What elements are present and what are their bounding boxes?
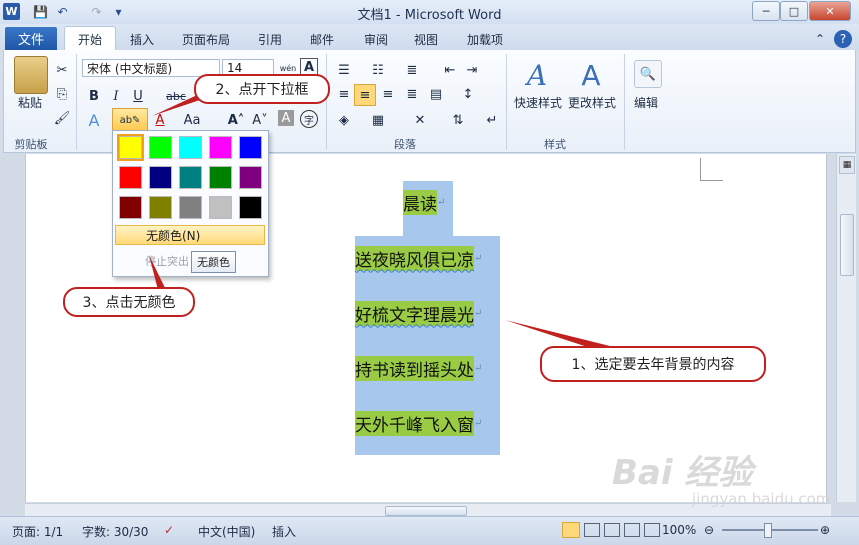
callout-step2: 2、点开下拉框 <box>194 74 330 104</box>
watermark-text: Bai 经验 <box>612 453 753 493</box>
arrow-step3 <box>149 255 166 290</box>
watermark-url: jingyan.baidu.com <box>692 490 831 508</box>
callout-step1: 1、选定要去年背景的内容 <box>540 346 766 382</box>
baidu-watermark: Bai 经验 jingyan.baidu.com <box>612 445 832 515</box>
callout-step3: 3、点击无颜色 <box>63 287 195 317</box>
